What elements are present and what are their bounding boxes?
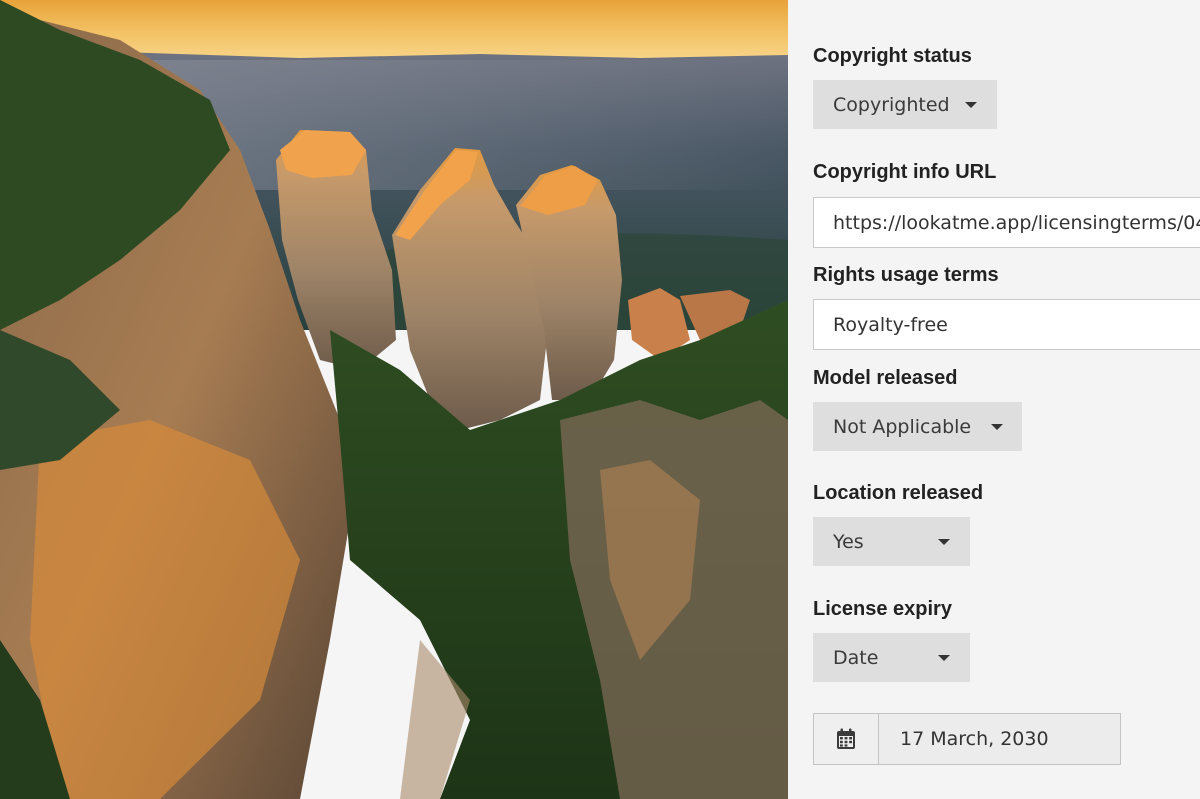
license-expiry-label: License expiry [813,598,952,620]
model-released-value: Not Applicable [833,415,972,438]
location-released-select[interactable]: Yes [813,517,970,566]
license-expiry-select[interactable]: Date [813,633,970,682]
copyright-status-select[interactable]: Copyrighted [813,80,997,129]
copyright-url-label: Copyright info URL [813,161,997,183]
license-expiry-date-picker[interactable]: 17 March, 2030 [813,713,1121,765]
caret-down-icon [938,538,950,545]
caret-down-icon [991,423,1003,430]
rights-usage-input[interactable] [813,299,1200,350]
metadata-panel: Copyright status Copyrighted Copyright i… [788,0,1200,799]
copyright-url-input[interactable] [813,197,1200,248]
rights-usage-label: Rights usage terms [813,264,999,286]
copyright-status-label: Copyright status [813,45,972,67]
calendar-icon [837,728,855,749]
license-expiry-date-value[interactable]: 17 March, 2030 [879,714,1120,764]
caret-down-icon [965,101,977,108]
license-expiry-value: Date [833,646,879,669]
location-released-label: Location released [813,482,984,504]
model-released-select[interactable]: Not Applicable [813,402,1022,451]
calendar-button[interactable] [814,714,879,764]
location-released-value: Yes [833,530,864,553]
model-released-label: Model released [813,367,958,389]
landscape-photo [0,0,788,799]
copyright-status-value: Copyrighted [833,93,950,116]
caret-down-icon [938,654,950,661]
